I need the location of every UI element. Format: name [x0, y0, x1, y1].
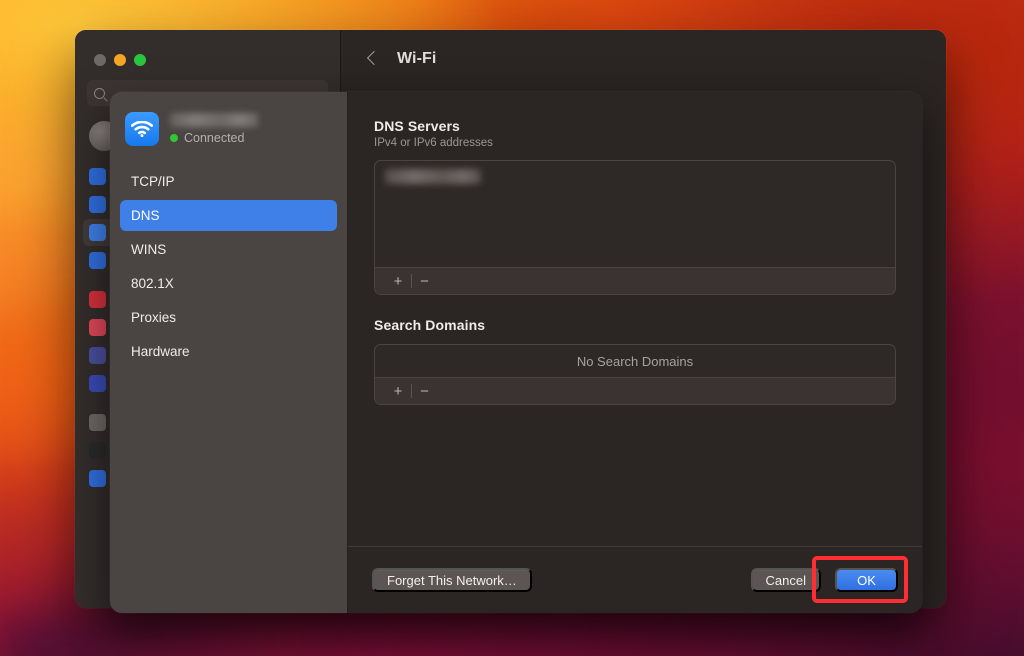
- focus-icon: [89, 347, 106, 364]
- nav-label: TCP/IP: [131, 174, 175, 189]
- network-status: Connected: [170, 131, 258, 145]
- sidebar-item-wins[interactable]: WINS: [120, 234, 337, 265]
- bluetooth-icon: [89, 196, 106, 213]
- page-title: Wi-Fi: [397, 50, 437, 67]
- search-icon: [94, 87, 105, 99]
- accessibility-icon: [89, 470, 106, 487]
- sidebar-item-8021x[interactable]: 802.1X: [120, 268, 337, 299]
- sheet-footer: Forget This Network… Cancel OK: [348, 546, 922, 613]
- sidebar-item-dns[interactable]: DNS: [120, 200, 337, 231]
- sheet-body: DNS Servers IPv4 or IPv6 addresses + − S…: [348, 92, 922, 613]
- search-domains-list-box: No Search Domains + −: [374, 344, 896, 405]
- nav-label: DNS: [131, 208, 160, 223]
- add-dns-server-button[interactable]: +: [385, 268, 411, 294]
- window-toolbar: Wi-Fi: [341, 30, 946, 88]
- nav-label: 802.1X: [131, 276, 174, 291]
- network-icon: [89, 224, 106, 241]
- sidebar-item-tcpip[interactable]: TCP/IP: [120, 166, 337, 197]
- dns-servers-toolbar: + −: [375, 267, 895, 294]
- nav-label: WINS: [131, 242, 167, 257]
- sidebar-item-hardware[interactable]: Hardware: [120, 336, 337, 367]
- vpn-icon: [89, 252, 106, 269]
- close-button[interactable]: [94, 54, 106, 66]
- status-dot-icon: [170, 134, 178, 142]
- forget-network-button[interactable]: Forget This Network…: [372, 568, 532, 592]
- network-meta: Connected: [170, 113, 258, 145]
- network-name-redacted: [170, 113, 258, 127]
- minimize-button[interactable]: [114, 54, 126, 66]
- appearance-icon: [89, 442, 106, 459]
- footer-actions: Cancel OK: [750, 568, 898, 592]
- notifications-icon: [89, 291, 106, 308]
- dns-servers-section: DNS Servers IPv4 or IPv6 addresses + −: [374, 118, 896, 295]
- wifi-icon: [125, 112, 159, 146]
- search-domains-toolbar: + −: [375, 377, 895, 404]
- sheet-nav-list: TCP/IP DNS WINS 802.1X Proxies Hardware: [110, 166, 347, 367]
- wifi-icon: [89, 168, 106, 185]
- dns-servers-list-box: + −: [374, 160, 896, 295]
- list-item[interactable]: [385, 169, 481, 184]
- search-domains-title: Search Domains: [374, 317, 486, 333]
- nav-label: Hardware: [131, 344, 190, 359]
- search-domains-section: Search Domains No Search Domains + −: [374, 317, 896, 405]
- window-traffic-lights: [94, 54, 146, 66]
- sound-icon: [89, 319, 106, 336]
- zoom-button[interactable]: [134, 54, 146, 66]
- general-icon: [89, 414, 106, 431]
- sheet-sidebar: Connected TCP/IP DNS WINS 802.1X Proxies…: [110, 92, 348, 613]
- chevron-left-icon[interactable]: [363, 50, 381, 68]
- screen-time-icon: [89, 375, 106, 392]
- sidebar-item-proxies[interactable]: Proxies: [120, 302, 337, 333]
- dns-servers-subtitle: IPv4 or IPv6 addresses: [374, 137, 493, 149]
- wifi-details-sheet: Connected TCP/IP DNS WINS 802.1X Proxies…: [110, 92, 922, 613]
- desktop-wallpaper: Wi-Fi Connected TCP/IP DNS WINS 802.1X P…: [0, 0, 1024, 656]
- status-badge: Connected: [184, 131, 245, 145]
- remove-dns-server-button[interactable]: −: [412, 268, 438, 294]
- cancel-button[interactable]: Cancel: [750, 568, 821, 592]
- nav-label: Proxies: [131, 310, 177, 325]
- ok-button[interactable]: OK: [835, 568, 898, 592]
- search-domains-list[interactable]: No Search Domains: [375, 345, 895, 377]
- dns-servers-list[interactable]: [375, 161, 895, 267]
- network-header: Connected: [110, 112, 347, 146]
- dns-servers-title: DNS Servers: [374, 118, 460, 134]
- add-search-domain-button[interactable]: +: [385, 378, 411, 404]
- empty-state-text: No Search Domains: [576, 353, 694, 369]
- remove-search-domain-button[interactable]: −: [412, 378, 438, 404]
- dns-pane: DNS Servers IPv4 or IPv6 addresses + − S…: [348, 92, 922, 546]
